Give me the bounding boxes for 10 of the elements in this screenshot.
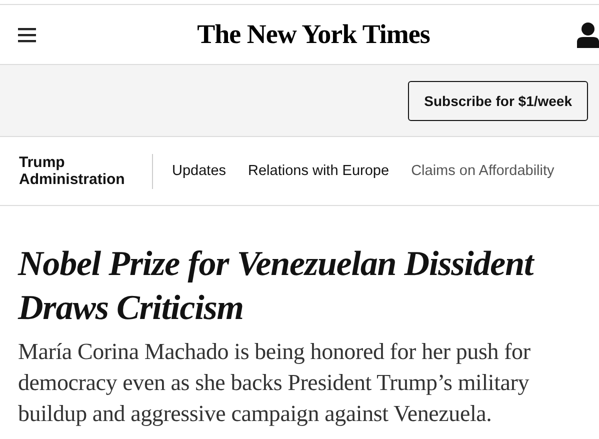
nav-link[interactable]: Updates xyxy=(172,163,226,179)
headline: Nobel Prize for Venezuelan Dissident Draws Criticism xyxy=(18,243,536,329)
logo[interactable]: The New York Times xyxy=(197,19,430,50)
nav-link[interactable]: Claims on Affordability xyxy=(411,163,554,179)
section-title[interactable]: Trump Administration xyxy=(19,154,137,188)
subscribe-button[interactable]: Subscribe for $1/week xyxy=(408,80,588,120)
summary: María Corina Machado is being honored for her push for democracy even as she backs President Trump’s military buildup and aggressive campaign against Venezuela. xyxy=(18,338,532,428)
nav-link[interactable]: Relations with Europe xyxy=(248,163,390,179)
account-icon[interactable] xyxy=(576,22,599,48)
menu-icon[interactable] xyxy=(18,26,38,42)
